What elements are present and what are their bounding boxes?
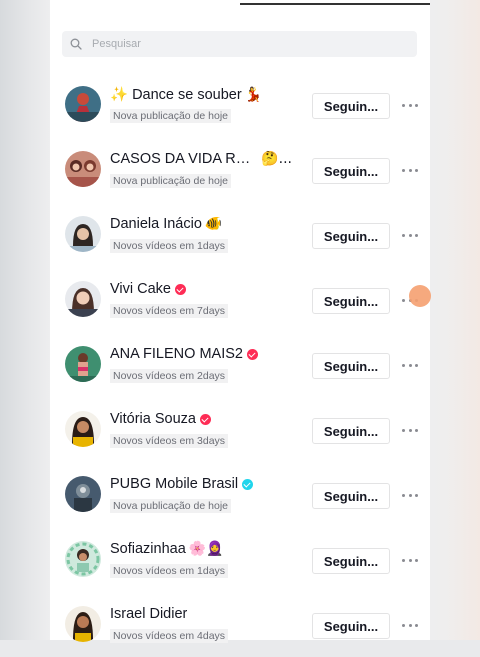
activity-subtitle: Nova publicação de hoje [110, 174, 231, 188]
following-button[interactable]: Seguin... [312, 353, 390, 379]
more-options-icon[interactable] [402, 423, 418, 437]
list-item[interactable]: Vitória Souza Novos vídeos em 3days Segu… [50, 397, 430, 462]
following-button[interactable]: Seguin... [312, 288, 390, 314]
list-item[interactable]: Israel Didier Novos vídeos em 4days Segu… [50, 592, 430, 657]
account-name[interactable]: ✨ Dance se souber 💃 [110, 86, 262, 104]
activity-subtitle: Nova publicação de hoje [110, 499, 231, 513]
list-item[interactable]: ✨ Dance se souber 💃 Nova publicação de ho… [50, 72, 430, 137]
account-name[interactable]: Vivi Cake [110, 281, 186, 297]
avatar[interactable] [65, 411, 101, 447]
verified-badge-icon [199, 413, 211, 425]
following-button[interactable]: Seguin... [312, 613, 390, 639]
more-options-icon[interactable] [402, 163, 418, 177]
avatar[interactable] [65, 151, 101, 187]
more-options-icon[interactable] [402, 553, 418, 567]
activity-subtitle: Novos vídeos em 2days [110, 369, 229, 383]
following-button[interactable]: Seguin... [312, 483, 390, 509]
list-item[interactable]: ANA FILENO MAIS2 Novos vídeos em 2days S… [50, 332, 430, 397]
avatar[interactable] [65, 541, 101, 577]
account-name[interactable]: Vitória Souza [110, 411, 211, 427]
following-list-panel: ✨ Dance se souber💃 Nova publicação de ho… [50, 0, 430, 643]
avatar[interactable] [65, 216, 101, 252]
account-name[interactable]: Israel Didier [110, 606, 187, 622]
avatar[interactable] [65, 606, 101, 642]
more-options-icon[interactable] [402, 488, 418, 502]
account-name[interactable]: Sofiazinhaa 🌸🧕 [110, 541, 224, 557]
list-item[interactable]: CASOS DA VIDA REAL 🤔... Nova publicação d… [50, 137, 430, 202]
list-item[interactable]: Vivi Cake Novos vídeos em 7days Seguin..… [50, 267, 430, 332]
avatar[interactable] [65, 86, 101, 122]
activity-subtitle: Nova publicação de hoje [110, 109, 231, 123]
activity-subtitle: Novos vídeos em 1days [110, 239, 229, 253]
account-name[interactable]: Daniela Inácio 🐠 [110, 216, 222, 232]
avatar[interactable] [65, 346, 101, 382]
list-item[interactable]: Daniela Inácio 🐠 Novos vídeos em 1days Se… [50, 202, 430, 267]
more-options-icon[interactable] [402, 228, 418, 242]
background-left [0, 0, 50, 640]
activity-subtitle: Novos vídeos em 7days [110, 304, 229, 318]
avatar[interactable] [65, 476, 101, 512]
search-bar[interactable] [62, 31, 417, 57]
account-name[interactable]: PUBG Mobile Brasil [110, 476, 254, 492]
activity-subtitle: Novos vídeos em 3days [110, 434, 229, 448]
tab-indicator [240, 3, 430, 5]
search-icon [70, 38, 92, 50]
avatar[interactable] [65, 281, 101, 317]
account-name[interactable]: ANA FILENO MAIS2 [110, 346, 258, 362]
verified-badge-icon [174, 283, 186, 295]
following-button[interactable]: Seguin... [312, 158, 390, 184]
following-button[interactable]: Seguin... [312, 418, 390, 444]
verified-badge-icon [246, 348, 258, 360]
list-item[interactable]: PUBG Mobile Brasil Nova publicação de ho… [50, 462, 430, 527]
search-input[interactable] [92, 38, 392, 50]
activity-subtitle: Novos vídeos em 4days [110, 629, 229, 643]
more-options-icon[interactable] [402, 358, 418, 372]
verified-badge-icon [242, 478, 254, 490]
more-options-icon[interactable] [402, 98, 418, 112]
account-list: ✨ Dance se souber 💃 Nova publicação de ho… [50, 72, 430, 657]
activity-subtitle: Novos vídeos em 1days [110, 564, 229, 578]
list-item[interactable]: Sofiazinhaa 🌸🧕 Novos vídeos em 1days Segu… [50, 527, 430, 592]
following-button[interactable]: Seguin... [312, 223, 390, 249]
following-button[interactable]: Seguin... [312, 548, 390, 574]
more-options-icon[interactable] [402, 618, 418, 632]
touch-indicator [409, 285, 431, 307]
account-name[interactable]: CASOS DA VIDA REAL 🤔... [110, 151, 292, 167]
following-button[interactable]: Seguin... [312, 93, 390, 119]
background-right [430, 0, 480, 640]
